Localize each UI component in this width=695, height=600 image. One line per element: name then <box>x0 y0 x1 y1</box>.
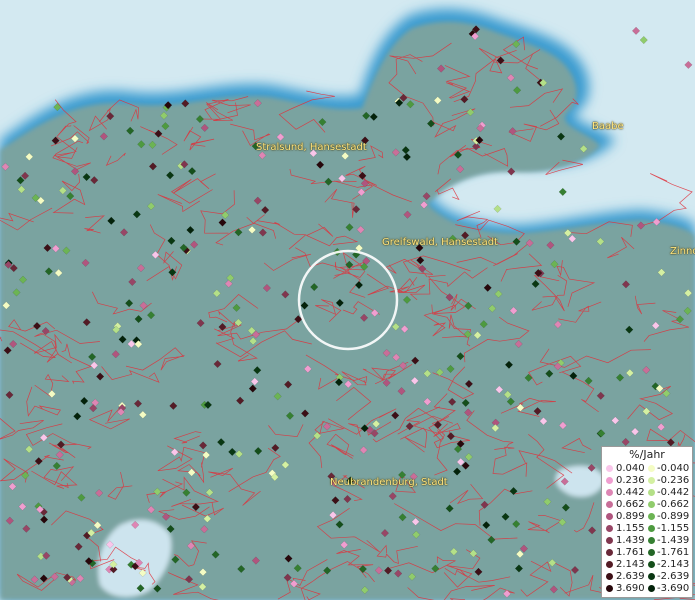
legend-swatch <box>648 513 655 520</box>
legend-item-negative-1: -0.236 <box>602 475 692 487</box>
legend-value: -0.899 <box>657 511 690 522</box>
label-neubrandenburg: Neubrandenburg, Stadt <box>330 477 448 488</box>
legend-item-negative-10: -3.690 <box>602 583 692 595</box>
legend-value: -2.639 <box>657 571 690 582</box>
legend-value: -1.761 <box>657 547 690 558</box>
legend-swatch <box>648 525 655 532</box>
legend-value: -0.662 <box>657 499 690 510</box>
legend-swatch <box>648 549 655 556</box>
legend-item-negative-6: -1.439 <box>602 535 692 547</box>
legend-panel: %/Jahr 0.040 -0.040 0.236 -0.236 0.442 -0.442… <box>601 446 693 598</box>
label-zinnowitz: Zinno <box>670 246 695 257</box>
legend-swatch <box>648 573 655 580</box>
label-stralsund: Stralsund, Hansestadt <box>256 142 367 153</box>
legend-swatch <box>648 501 655 508</box>
legend-item-negative-2: -0.442 <box>602 487 692 499</box>
legend-value: -0.236 <box>657 475 690 486</box>
label-greifswald: Greifswald, Hansestadt <box>382 237 498 248</box>
legend-item-negative-3: -0.662 <box>602 499 692 511</box>
legend-swatch <box>648 465 655 472</box>
legend-swatch <box>648 537 655 544</box>
legend-title: %/Jahr <box>629 448 665 461</box>
legend-value: -1.155 <box>657 523 690 534</box>
legend-item-negative-5: -1.155 <box>602 523 692 535</box>
legend-value: -0.442 <box>657 487 690 498</box>
legend-item-negative-4: -0.899 <box>602 511 692 523</box>
legend-swatch <box>648 489 655 496</box>
legend-value: -1.439 <box>657 535 690 546</box>
legend-value: -3.690 <box>657 583 690 594</box>
legend-item-negative-9: -2.639 <box>602 571 692 583</box>
legend-swatch <box>648 561 655 568</box>
legend-item-negative-8: -2.143 <box>602 559 692 571</box>
legend-item-negative-7: -1.761 <box>602 547 692 559</box>
legend-value: -2.143 <box>657 559 690 570</box>
map-canvas[interactable] <box>0 0 695 600</box>
legend-item-negative-0: -0.040 <box>602 463 692 475</box>
legend-value: -0.040 <box>657 463 690 474</box>
legend-swatch <box>648 477 655 484</box>
label-baabe: Baabe <box>592 121 624 132</box>
legend-swatch <box>648 585 655 592</box>
